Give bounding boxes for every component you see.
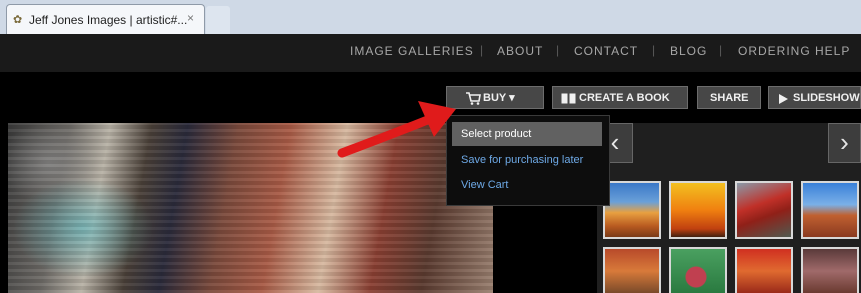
nav-contact[interactable]: CONTACT <box>574 44 638 58</box>
thumbnail[interactable] <box>669 247 727 293</box>
buy-dropdown-menu: Select product Save for purchasing later… <box>446 115 610 206</box>
create-book-button[interactable]: CREATE A BOOK <box>552 86 688 109</box>
nav-about[interactable]: ABOUT <box>497 44 543 58</box>
play-icon <box>779 94 788 104</box>
nav-image-galleries[interactable]: IMAGE GALLERIES <box>350 44 474 58</box>
book-icon <box>561 93 576 104</box>
share-button[interactable]: SHARE <box>697 86 761 109</box>
thumbnail[interactable] <box>603 181 661 239</box>
nav-ordering-help[interactable]: ORDERING HELP <box>738 44 850 58</box>
nav-blog[interactable]: BLOG <box>670 44 707 58</box>
menu-item-select-product[interactable]: Select product <box>461 128 531 140</box>
site-nav: IMAGE GALLERIES | ABOUT | CONTACT | BLOG… <box>0 34 861 72</box>
slideshow-label: SLIDESHOW <box>793 92 860 104</box>
thumbnail[interactable] <box>735 181 793 239</box>
create-book-label: CREATE A BOOK <box>579 92 670 104</box>
thumbs-next-button[interactable]: › <box>828 123 861 163</box>
site-favicon-icon: ✿ <box>13 14 23 26</box>
tab-close-icon[interactable]: × <box>187 11 194 25</box>
thumbnail[interactable] <box>801 247 859 293</box>
share-label: SHARE <box>710 92 749 104</box>
buy-label: BUY ▾ <box>483 92 515 104</box>
thumbnail[interactable] <box>735 247 793 293</box>
browser-tab[interactable]: ✿ Jeff Jones Images | artistic#... × <box>6 4 205 35</box>
thumbnail[interactable] <box>669 181 727 239</box>
cart-icon <box>466 92 481 105</box>
nav-separator: | <box>652 43 656 57</box>
menu-item-view-cart[interactable]: View Cart <box>461 179 508 191</box>
menu-item-save-for-later[interactable]: Save for purchasing later <box>461 154 583 166</box>
new-tab-button[interactable] <box>206 6 230 34</box>
thumbnail[interactable] <box>801 181 859 239</box>
nav-separator: | <box>480 43 484 57</box>
nav-separator: | <box>719 43 723 57</box>
tab-title: Jeff Jones Images | artistic#... <box>29 13 188 27</box>
browser-tab-strip: ✿ Jeff Jones Images | artistic#... × <box>0 0 861 35</box>
thumbnail[interactable] <box>603 247 661 293</box>
buy-button[interactable]: BUY ▾ <box>446 86 544 109</box>
annotation-arrow-icon <box>337 101 456 158</box>
nav-separator: | <box>556 43 560 57</box>
slideshow-button[interactable]: SLIDESHOW <box>768 86 861 109</box>
